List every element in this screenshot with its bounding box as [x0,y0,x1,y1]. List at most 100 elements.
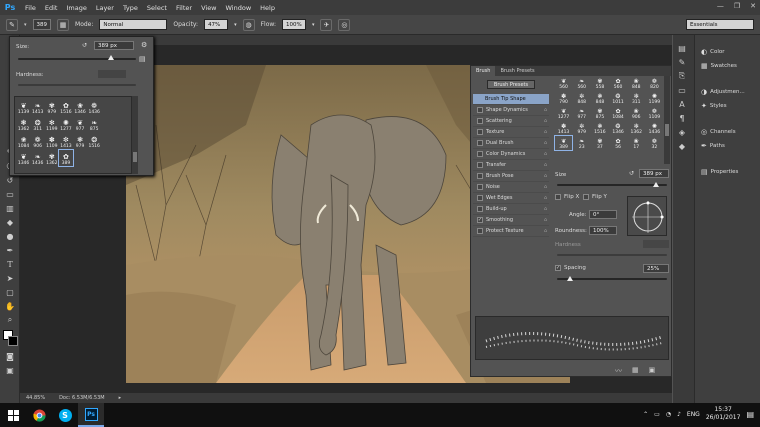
brush-preset-item[interactable] [102,150,115,166]
lock-icon[interactable]: ⌂ [544,107,547,113]
brush-tool-preset-icon[interactable]: ✎ [6,18,18,31]
background-color[interactable] [8,336,18,346]
picker-scrollbar[interactable] [132,96,138,174]
lock-icon[interactable]: ⌂ [544,217,547,223]
flip-y-option[interactable]: Flip Y [583,194,607,200]
brush-setting-checkbox[interactable]: ✓ [477,217,483,223]
brush-tip-item[interactable]: ✽ 790 [555,91,572,105]
path-select-icon[interactable]: ➤ [0,271,20,285]
size-slider[interactable] [18,58,136,60]
brush-tip-item[interactable]: ❂ 1346 [609,121,626,135]
zoom-level[interactable]: 44.85% [26,395,45,401]
brush-preset-item[interactable]: ✼ 1413 [59,133,72,149]
brush-tip-item[interactable]: ❧ 560 [573,76,590,90]
brush-preset-item[interactable] [116,133,129,149]
tip-scrollbar[interactable] [664,76,670,164]
brush-setting-item[interactable]: Brush Tip Shape [473,94,549,105]
brush-tip-item[interactable]: ✼ 979 [573,121,590,135]
tab-brush-presets[interactable]: Brush Presets [495,66,539,76]
brush-tip-item[interactable]: ✿ 560 [609,76,626,90]
flip-x-option[interactable]: Flip X [555,194,579,200]
size-field[interactable]: 389 px [94,41,134,50]
brush-preset-item[interactable] [116,150,129,166]
brush-setting-item[interactable]: Build-up ⌂ [473,204,549,215]
eraser-icon[interactable]: ▭ [0,187,20,201]
flow-field[interactable]: 100% [281,19,306,30]
brush-tip-item[interactable]: ❦ 1277 [555,106,572,120]
menu-edit[interactable]: Edit [45,4,58,12]
brush-preset-item[interactable] [102,116,115,132]
menu-type[interactable]: Type [123,4,138,12]
brush-preset-item[interactable]: ❂ 1516 [88,133,101,149]
tab-brush[interactable]: Brush [471,66,496,76]
tip-size-thumb[interactable] [653,182,659,187]
brush-setting-item[interactable]: Noise ⌂ [473,182,549,193]
brush-tip-item[interactable]: ❦ 560 [555,76,572,90]
brush-preset-item[interactable]: ❧ 1436 [31,150,44,166]
character-icon[interactable]: A [673,97,691,111]
brush-tip-item[interactable]: ❀ 848 [628,76,645,90]
brush-setting-checkbox[interactable] [477,140,483,146]
pen-icon[interactable]: ✒ [0,243,20,257]
tip-scroll-thumb[interactable] [665,124,669,136]
volume-icon[interactable]: ♪ [677,411,681,418]
chevron-down-icon[interactable]: ▾ [24,22,27,28]
brush-setting-item[interactable]: Color Dynamics ⌂ [473,149,549,160]
windows-start-icon[interactable] [0,403,26,427]
brush-preset-item[interactable]: ❦ 1139 [17,99,30,115]
chevron-down-icon[interactable]: ▾ [234,22,237,28]
blur-icon[interactable]: ◆ [0,215,20,229]
history-icon[interactable]: ▤ [673,41,691,55]
picker-scroll-thumb[interactable] [133,152,137,162]
network-icon[interactable]: ◔ [666,411,671,418]
brush-tip-item[interactable]: ❀ 906 [628,106,645,120]
brush-tip-item[interactable]: ❃ 848 [591,91,608,105]
brush-setting-item[interactable]: Shape Dynamics ⌂ [473,105,549,116]
minimize-icon[interactable]: — [717,2,724,10]
brush-tip-item[interactable]: ❁ 820 [646,76,663,90]
brush-preset-item[interactable]: ✿ 389 [58,149,74,167]
menu-image[interactable]: Image [66,4,86,12]
panel-swatches[interactable]: ▦ Swatches [697,59,759,73]
hand-icon[interactable]: ✋ [0,299,20,313]
size-slider-thumb[interactable] [108,55,114,60]
photoshop-taskbar-icon[interactable]: Ps [78,403,104,427]
lock-icon[interactable]: ⌂ [544,162,547,168]
brush-setting-item[interactable]: Wet Edges ⌂ [473,193,549,204]
brush-tip-item[interactable]: ❧ 23 [573,136,590,150]
brush-tip-item[interactable]: ✾ 558 [591,76,608,90]
panel-adjustments[interactable]: ◑ Adjustmen... [697,85,759,99]
lock-icon[interactable]: ⌂ [544,118,547,124]
brush-preset-item[interactable]: ❦ 977 [74,116,87,132]
brush-tip-item[interactable]: ❂ 1011 [609,91,626,105]
lock-icon[interactable]: ⌂ [544,184,547,190]
brush-preset-item[interactable]: ❀ 1084 [17,133,30,149]
brush-panel-toggle-icon[interactable]: ▦ [57,18,70,31]
rectangle-icon[interactable]: ▢ [0,285,20,299]
lock-icon[interactable]: ⌂ [544,228,547,234]
maximize-icon[interactable]: ❐ [734,2,740,10]
brush-presets-button[interactable]: Brush Presets [487,80,535,89]
mode-select[interactable]: Normal [99,19,168,30]
brush-preset-item[interactable]: ❃ 1362 [17,116,30,132]
opacity-field[interactable]: 47% [204,19,229,30]
menu-layer[interactable]: Layer [96,4,114,12]
brush-tip-item[interactable]: ❀ 17 [628,136,645,150]
brush-preset-item[interactable]: ❁ 1436 [88,99,101,115]
tip-size-field[interactable]: 389 px [639,169,669,178]
brush-setting-checkbox[interactable] [477,206,483,212]
zoom-icon[interactable]: ⌕ [0,313,20,327]
type-icon[interactable]: T [0,257,20,271]
spacing-slider[interactable] [557,278,667,280]
screen-mode-icon[interactable]: ▣ [0,363,20,377]
brush-preset-item[interactable] [102,133,115,149]
brush-tip-item[interactable]: ❁ 32 [646,136,663,150]
brush-preset-item[interactable]: ✾ 1362 [45,150,58,166]
brush-tip-item[interactable]: ✼ 848 [573,91,590,105]
brush-tip-item[interactable]: ✽ 1413 [555,121,572,135]
brush-tip-item[interactable]: ✾ 37 [591,136,608,150]
brush-preset-item[interactable]: ✺ 1277 [59,116,72,132]
brush-setting-checkbox[interactable] [477,107,483,113]
brush-icon[interactable]: ✎ [673,55,691,69]
toggle-live-tip-icon[interactable]: 〰 [615,366,622,376]
